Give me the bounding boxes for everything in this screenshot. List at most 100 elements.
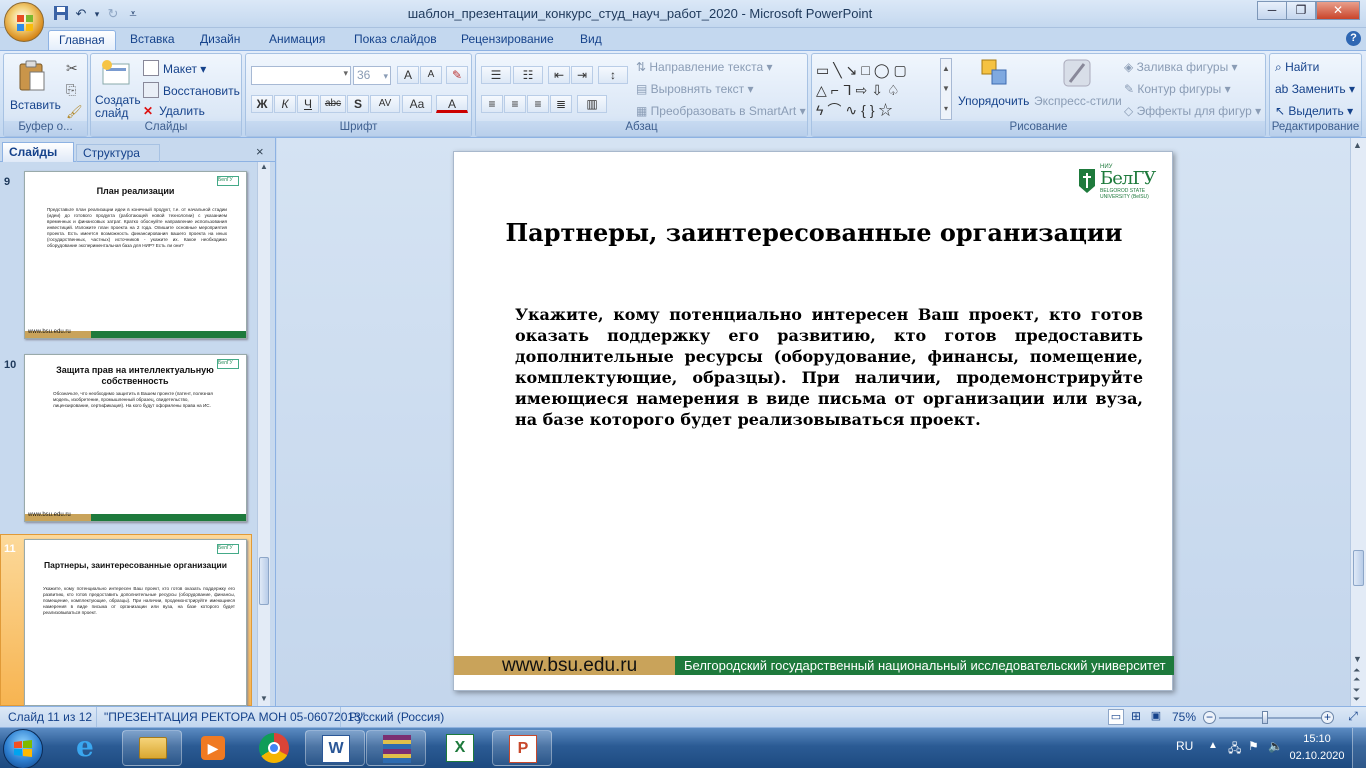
- previous-slide-icon[interactable]: ⏶ ⏶: [1353, 666, 1360, 684]
- shape-arc-icon[interactable]: ⌒: [827, 102, 845, 118]
- fit-to-window-icon[interactable]: ⤢: [1344, 709, 1362, 725]
- align-right-button[interactable]: ≡: [527, 95, 549, 113]
- clock-time[interactable]: 15:10: [1292, 733, 1342, 745]
- scroll-up-icon[interactable]: ▲: [258, 162, 270, 174]
- bullets-button[interactable]: ☰: [481, 66, 511, 84]
- shape-brace-left-icon[interactable]: {: [861, 102, 870, 118]
- tab-design[interactable]: Дизайн: [190, 30, 250, 50]
- quick-styles-button[interactable]: Экспресс-стили: [1034, 58, 1122, 120]
- shape-triangle-icon[interactable]: △: [816, 82, 831, 98]
- shape-line-icon[interactable]: ╲: [833, 62, 845, 78]
- excel-taskbar-button[interactable]: X: [430, 730, 490, 766]
- scroll-up-icon[interactable]: ▲: [1353, 140, 1362, 150]
- tab-animation[interactable]: Анимация: [259, 30, 335, 50]
- start-button[interactable]: [3, 729, 43, 768]
- close-button[interactable]: ✕: [1316, 1, 1360, 20]
- char-spacing-button[interactable]: AV: [370, 95, 400, 113]
- word-taskbar-button[interactable]: W: [305, 730, 365, 766]
- restore-button[interactable]: ❐: [1286, 1, 1316, 20]
- layout-button[interactable]: Макет ▾: [143, 60, 206, 76]
- slide-thumbnail-9[interactable]: БелГУ План реализации Представьте план р…: [24, 171, 247, 339]
- tab-slideshow[interactable]: Показ слайдов: [344, 30, 447, 50]
- strikethrough-button[interactable]: abc: [320, 95, 346, 113]
- justify-button[interactable]: ≣: [550, 95, 572, 113]
- shape-elbow-icon[interactable]: ᒣ: [843, 82, 856, 98]
- shape-curve-icon[interactable]: ∿: [845, 102, 861, 118]
- align-left-button[interactable]: ≡: [481, 95, 503, 113]
- arrange-button[interactable]: Упорядочить: [956, 58, 1034, 120]
- replace-button[interactable]: ab Заменить ▾: [1275, 82, 1355, 96]
- network-icon[interactable]: 🖧: [1228, 739, 1241, 760]
- redo-icon[interactable]: ↻: [104, 5, 122, 23]
- shape-effects-button[interactable]: ◇ Эффекты для фигур ▾: [1124, 104, 1261, 118]
- media-taskbar-button[interactable]: ▶: [183, 730, 243, 766]
- explorer-taskbar-button[interactable]: [122, 730, 182, 766]
- help-icon[interactable]: ?: [1346, 31, 1361, 46]
- tab-outline[interactable]: Структура: [76, 144, 160, 162]
- grow-font-button[interactable]: A: [397, 66, 419, 84]
- delete-slide-button[interactable]: ✕ Удалить: [143, 104, 205, 118]
- tab-review[interactable]: Рецензирование: [451, 30, 564, 50]
- shape-textbox-icon[interactable]: ▭: [816, 62, 833, 78]
- shape-brace-right-icon[interactable]: }: [870, 102, 879, 118]
- tab-insert[interactable]: Вставка: [120, 30, 185, 50]
- theme-name[interactable]: "ПРЕЗЕНТАЦИЯ РЕКТОРА МОН 05-06072013": [104, 710, 365, 724]
- decrease-indent-button[interactable]: ⇤: [548, 66, 570, 84]
- tray-expand-icon[interactable]: ▲: [1208, 740, 1218, 751]
- slide-thumbnail-10[interactable]: БелГУ Защита прав на интеллектуальную со…: [24, 354, 247, 522]
- zoom-level[interactable]: 75%: [1172, 710, 1196, 724]
- increase-indent-button[interactable]: ⇥: [571, 66, 593, 84]
- paste-button[interactable]: Вставить: [8, 58, 61, 120]
- new-slide-button[interactable]: Создать слайд: [93, 58, 141, 120]
- reset-button[interactable]: Восстановить: [143, 82, 240, 98]
- slide-canvas[interactable]: НИУ БелГУ BELGOROD STATE UNIVERSITY (Bel…: [453, 151, 1174, 691]
- shape-oval-icon[interactable]: ◯: [874, 62, 894, 78]
- clear-formatting-button[interactable]: ✎: [446, 66, 468, 84]
- italic-button[interactable]: К: [274, 95, 296, 113]
- font-size-combo[interactable]: 36 ▾: [353, 66, 391, 85]
- shape-right-arrow-icon[interactable]: ⇨: [856, 82, 872, 98]
- tab-slides[interactable]: Слайды: [2, 142, 74, 162]
- shapes-gallery[interactable]: ▭╲↘□◯▢ △⌐ᒣ⇨⇩♤ ϟ⌒∿{}☆: [816, 60, 946, 120]
- smartart-button[interactable]: ▦ Преобразовать в SmartArt ▾: [636, 104, 806, 118]
- pane-close-icon[interactable]: ×: [256, 144, 264, 159]
- slide-sorter-icon[interactable]: ⊞: [1128, 709, 1144, 725]
- slide-scrollbar[interactable]: ▲ ▼ ⏶ ⏶ ⏷ ⏷: [1350, 138, 1366, 706]
- chrome-taskbar-button[interactable]: [244, 730, 304, 766]
- show-desktop-button[interactable]: [1352, 728, 1366, 768]
- shape-arrow-line-icon[interactable]: ↘: [846, 62, 862, 78]
- zoom-slider-thumb[interactable]: [1261, 711, 1268, 724]
- shape-outline-button[interactable]: ✎ Контур фигуры ▾: [1124, 82, 1231, 96]
- copy-icon[interactable]: ⎘: [66, 82, 76, 98]
- winrar-taskbar-button[interactable]: [366, 730, 426, 766]
- language-status[interactable]: Русский (Россия): [349, 710, 444, 724]
- volume-icon[interactable]: 🔈: [1268, 739, 1283, 753]
- shape-rounded-rect-icon[interactable]: ▢: [894, 62, 911, 78]
- clock-date[interactable]: 02.10.2020: [1284, 750, 1350, 762]
- shape-lightning-icon[interactable]: ϟ: [816, 102, 827, 118]
- zoom-out-icon[interactable]: −: [1203, 711, 1216, 724]
- format-painter-icon[interactable]: 🖌: [66, 104, 83, 120]
- slideshow-view-icon[interactable]: ▣: [1148, 709, 1164, 725]
- shadow-button[interactable]: S: [347, 95, 369, 113]
- shape-down-arrow-icon[interactable]: ⇩: [871, 82, 887, 98]
- office-button[interactable]: [4, 2, 44, 42]
- align-center-button[interactable]: ≡: [504, 95, 526, 113]
- align-text-button[interactable]: ▤ Выровнять текст ▾: [636, 82, 754, 96]
- shape-star-icon[interactable]: ☆: [879, 102, 897, 118]
- shape-rectangle-icon[interactable]: □: [861, 62, 873, 78]
- next-slide-icon[interactable]: ⏷ ⏷: [1353, 686, 1360, 704]
- columns-button[interactable]: ▥: [577, 95, 607, 113]
- zoom-slider-track[interactable]: [1219, 717, 1323, 719]
- shape-connector-icon[interactable]: ⌐: [831, 82, 843, 98]
- line-spacing-button[interactable]: ↕: [598, 66, 628, 84]
- font-name-combo[interactable]: ▾: [251, 66, 351, 85]
- find-button[interactable]: ⌕ Найти: [1275, 60, 1319, 75]
- scroll-down-icon[interactable]: ▼: [258, 694, 270, 706]
- bold-button[interactable]: Ж: [251, 95, 273, 113]
- shrink-font-button[interactable]: A: [420, 66, 442, 84]
- shape-callout-icon[interactable]: ♤: [887, 82, 904, 98]
- cut-icon[interactable]: ✂: [66, 60, 78, 77]
- tab-home[interactable]: Главная: [48, 30, 116, 50]
- flag-icon[interactable]: ⚑: [1248, 739, 1259, 753]
